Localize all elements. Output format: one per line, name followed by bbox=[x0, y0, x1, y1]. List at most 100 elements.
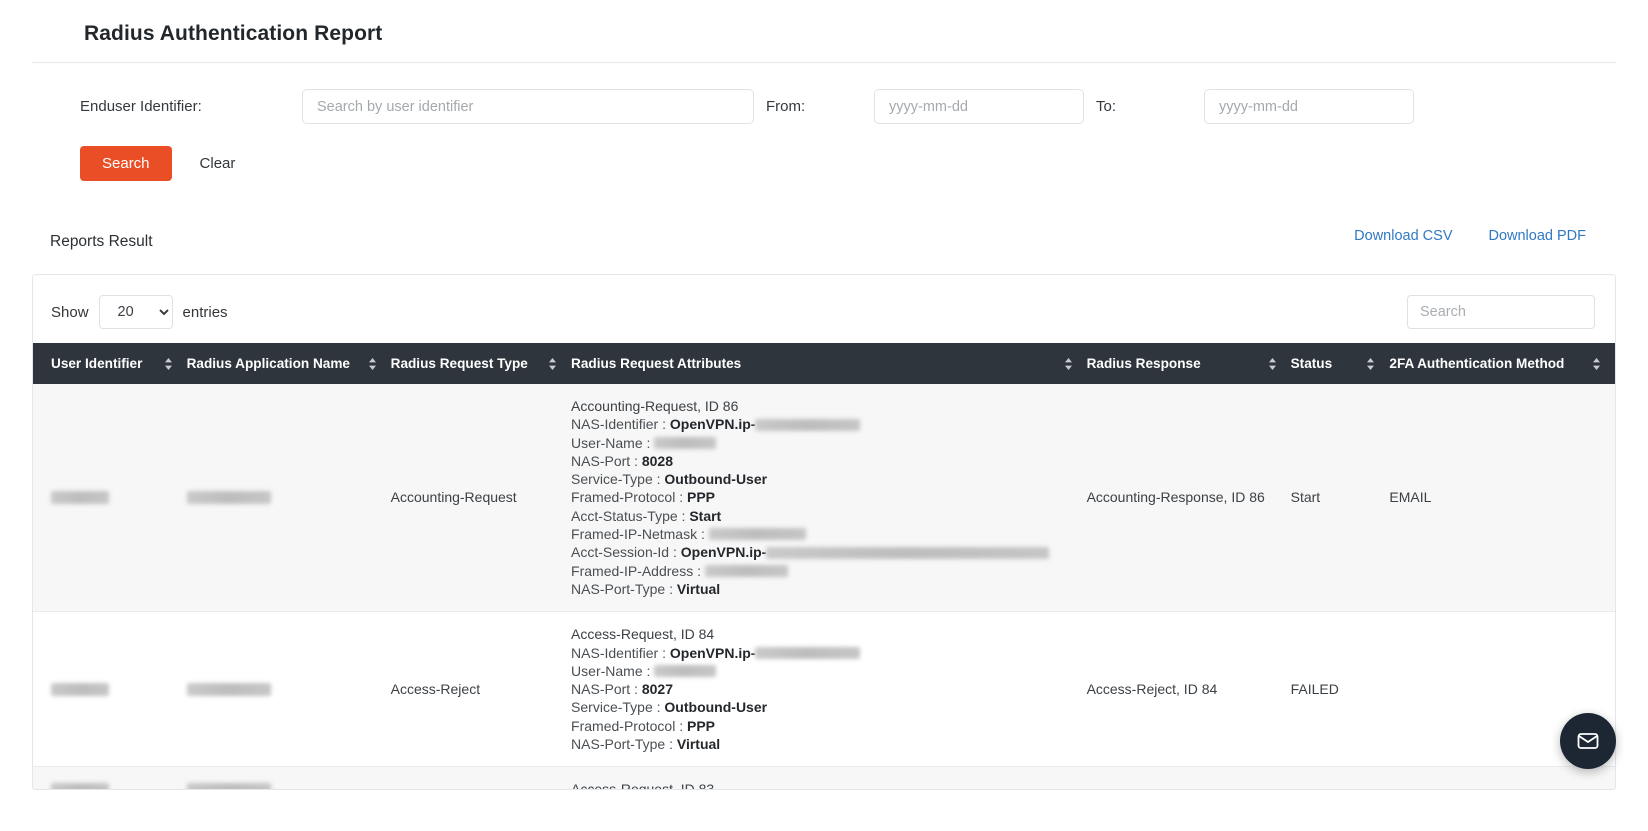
attribute-key: NAS-Identifier : bbox=[571, 644, 670, 661]
attribute-key: Framed-IP-Netmask : bbox=[571, 526, 709, 543]
attribute-value: Outbound-User bbox=[664, 699, 768, 716]
attribute-line: Framed-Protocol : PPP bbox=[571, 488, 1079, 506]
cell-radius-response: Access-Reject, ID 84 bbox=[1086, 611, 1291, 768]
attribute-value: PPP bbox=[686, 489, 715, 506]
sort-icon bbox=[1064, 357, 1073, 371]
table-row[interactable]: Access-Reject Access-Request, ID 84 NAS-Id… bbox=[33, 611, 1615, 768]
attribute-key: NAS-Port : bbox=[571, 681, 642, 698]
table-head: User Identifier Radius Application Name Ra… bbox=[33, 343, 1615, 384]
chat-widget-button[interactable] bbox=[1560, 713, 1616, 769]
enduser-identifier-input[interactable] bbox=[302, 89, 754, 124]
attribute-key: Acct-Status-Type : bbox=[571, 507, 690, 524]
sort-icon bbox=[1592, 357, 1601, 371]
sort-icon bbox=[1268, 357, 1277, 371]
attribute-value: OpenVPN.ip- bbox=[680, 544, 767, 561]
attribute-line: Access-Request, ID 84 bbox=[571, 626, 715, 643]
cell-request-attributes: Access-Request, ID 83 bbox=[571, 766, 1087, 789]
table-body: Accounting-Request Accounting-Request, ID… bbox=[33, 384, 1615, 789]
column-header-radius-request-attributes[interactable]: Radius Request Attributes bbox=[571, 343, 1087, 384]
table-row[interactable]: Accounting-Request Accounting-Request, ID… bbox=[33, 384, 1615, 613]
attribute-key: User-Name : bbox=[571, 434, 655, 451]
from-date-input[interactable] bbox=[874, 89, 1084, 124]
download-links: Download CSV Download PDF bbox=[1354, 228, 1616, 244]
cell-2fa-method: EMAIL bbox=[1389, 384, 1615, 613]
attribute-value: Outbound-User bbox=[664, 471, 768, 488]
attribute-key: Service-Type : bbox=[571, 699, 665, 716]
to-date-label: To: bbox=[1096, 98, 1117, 115]
clear-button[interactable]: Clear bbox=[194, 154, 242, 173]
attribute-line: NAS-Port-Type : Virtual bbox=[571, 735, 1079, 753]
sort-icon bbox=[548, 357, 557, 371]
download-pdf-link[interactable]: Download PDF bbox=[1488, 228, 1586, 244]
redacted-value bbox=[654, 665, 717, 678]
attribute-value: Virtual bbox=[676, 736, 721, 753]
column-header-user-identifier[interactable]: User Identifier bbox=[33, 343, 187, 384]
redacted-value bbox=[704, 564, 788, 577]
to-date-input[interactable] bbox=[1204, 89, 1414, 124]
attribute-line: Framed-IP-Address : bbox=[571, 562, 1079, 580]
attribute-line: User-Name : bbox=[571, 434, 1079, 452]
cell-application-name bbox=[186, 766, 391, 789]
table-search-input[interactable] bbox=[1407, 295, 1595, 329]
cell-user-identifier bbox=[33, 384, 187, 613]
redacted-value bbox=[51, 783, 109, 789]
cell-status: Start bbox=[1290, 384, 1390, 613]
column-header-label: Radius Request Attributes bbox=[571, 356, 742, 371]
page-length-control: Show 102050100 entries bbox=[51, 295, 228, 329]
page-title: Radius Authentication Report bbox=[84, 22, 383, 45]
attribute-value: 8028 bbox=[641, 452, 673, 469]
attribute-key: Acct-Session-Id : bbox=[571, 544, 681, 561]
results-title: Reports Result bbox=[50, 233, 153, 250]
column-header-radius-response[interactable]: Radius Response bbox=[1086, 343, 1291, 384]
attribute-key: Service-Type : bbox=[571, 471, 665, 488]
redacted-value bbox=[186, 491, 271, 505]
redacted-value bbox=[766, 546, 1050, 559]
redacted-value bbox=[186, 783, 271, 789]
results-card: Show 102050100 entries User Identifier Ra… bbox=[32, 274, 1616, 790]
search-button[interactable]: Search bbox=[80, 146, 172, 181]
from-date-label: From: bbox=[766, 98, 806, 115]
cell-request-type: Access-Reject bbox=[390, 611, 572, 768]
cell-2fa-method bbox=[1389, 766, 1615, 789]
cell-user-identifier bbox=[33, 611, 187, 768]
cell-radius-response bbox=[1086, 766, 1291, 789]
attribute-line: NAS-Identifier : OpenVPN.ip- bbox=[571, 644, 1079, 662]
attribute-value: Virtual bbox=[676, 580, 721, 597]
attribute-key: NAS-Identifier : bbox=[571, 416, 670, 433]
attribute-key: Framed-Protocol : bbox=[571, 489, 687, 506]
report-table: User Identifier Radius Application Name Ra… bbox=[33, 343, 1615, 789]
column-header-label: User Identifier bbox=[51, 356, 143, 371]
page-header: Radius Authentication Report bbox=[32, 0, 1616, 63]
attribute-value: PPP bbox=[686, 717, 715, 734]
results-header: Reports Result Download CSV Download PDF bbox=[0, 181, 1648, 251]
attribute-value: Start bbox=[689, 507, 722, 524]
attribute-line: Acct-Session-Id : OpenVPN.ip- bbox=[571, 543, 1079, 561]
redacted-value bbox=[654, 436, 717, 449]
filter-form: Enduser Identifier: From: To: Search Cle… bbox=[0, 63, 1648, 181]
attribute-line: Service-Type : Outbound-User bbox=[571, 470, 1079, 488]
cell-application-name bbox=[186, 611, 391, 768]
page-length-select[interactable]: 102050100 bbox=[98, 295, 173, 329]
column-header-label: 2FA Authentication Method bbox=[1389, 356, 1565, 371]
cell-status bbox=[1290, 766, 1390, 789]
attribute-line: User-Name : bbox=[571, 662, 1079, 680]
sort-icon bbox=[1366, 357, 1375, 371]
redacted-value bbox=[51, 682, 109, 696]
column-header-status[interactable]: Status bbox=[1290, 343, 1390, 384]
column-header-2fa-authentication-method[interactable]: 2FA Authentication Method bbox=[1389, 343, 1615, 384]
table-row[interactable]: Access-Request, ID 83 bbox=[33, 766, 1615, 789]
column-header-label: Status bbox=[1290, 356, 1333, 371]
cell-request-type: Accounting-Request bbox=[390, 384, 572, 613]
attribute-value: OpenVPN.ip- bbox=[669, 416, 756, 433]
report-page: Radius Authentication Report Enduser Ide… bbox=[0, 0, 1648, 831]
attribute-line: NAS-Port : 8028 bbox=[571, 452, 1079, 470]
enduser-identifier-label: Enduser Identifier: bbox=[80, 98, 202, 115]
attribute-line: Service-Type : Outbound-User bbox=[571, 698, 1079, 716]
column-header-radius-application-name[interactable]: Radius Application Name bbox=[186, 343, 391, 384]
column-header-label: Radius Response bbox=[1086, 356, 1201, 371]
table-controls: Show 102050100 entries bbox=[33, 275, 1615, 343]
column-header-radius-request-type[interactable]: Radius Request Type bbox=[390, 343, 572, 384]
column-header-label: Radius Request Type bbox=[390, 356, 528, 371]
redacted-value bbox=[186, 682, 271, 696]
download-csv-link[interactable]: Download CSV bbox=[1354, 228, 1452, 244]
